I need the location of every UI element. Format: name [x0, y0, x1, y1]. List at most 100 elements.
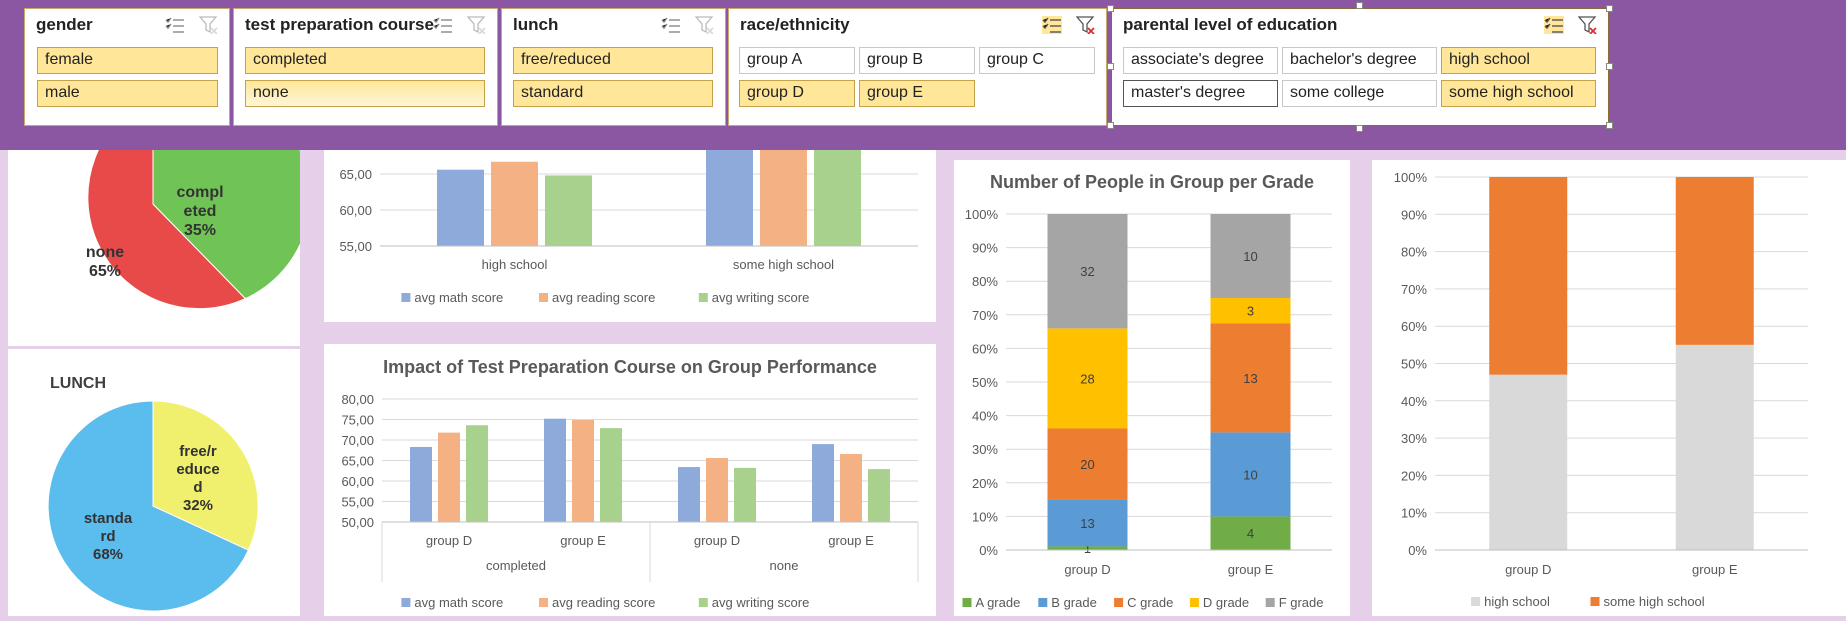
bar — [868, 469, 890, 522]
y-tick-label: 60% — [972, 341, 998, 356]
test-prep-pie-panel[interactable]: compl eted 35% none 65% — [8, 85, 311, 346]
bar — [544, 418, 566, 522]
clear-filter-icon[interactable] — [695, 16, 715, 34]
bar — [572, 419, 594, 522]
slicer-item-female[interactable]: female — [37, 47, 218, 74]
slicer-item-bachelors-degree[interactable]: bachelor's degree — [1282, 47, 1437, 74]
y-tick-label: 90% — [1401, 207, 1427, 222]
slicer-item-free-reduced[interactable]: free/reduced — [513, 47, 713, 74]
y-tick-label: 55,00 — [339, 239, 372, 254]
slicer-item-group-d[interactable]: group D — [739, 80, 855, 107]
bar-segment — [1489, 374, 1568, 550]
y-tick-label: 30% — [1401, 431, 1427, 446]
slicer-item-masters-degree[interactable]: master's degree — [1123, 80, 1278, 107]
legend-label: avg math score — [414, 290, 503, 305]
multi-select-icon[interactable] — [1544, 16, 1564, 34]
y-tick-label: 55,00 — [341, 495, 374, 510]
y-tick-label: 60,00 — [339, 203, 372, 218]
bar-segment — [1675, 177, 1754, 345]
resize-handle[interactable] — [1606, 63, 1613, 70]
bar — [466, 425, 488, 522]
resize-handle[interactable] — [1606, 122, 1613, 129]
y-tick-label: 60,00 — [341, 474, 374, 489]
slicer-item-standard[interactable]: standard — [513, 80, 713, 107]
clear-filter-icon[interactable] — [1578, 16, 1598, 34]
bar-segment — [1489, 177, 1568, 375]
people-per-grade-chart: 0%10%20%30%40%50%60%70%80%90%100%1132028… — [962, 207, 1332, 610]
data-label: 20 — [1080, 457, 1094, 472]
resize-handle[interactable] — [1107, 63, 1114, 70]
slicer-item-associates-degree[interactable]: associate's degree — [1123, 47, 1278, 74]
multi-select-icon[interactable] — [433, 16, 453, 34]
slicer-item-group-b[interactable]: group B — [859, 47, 975, 74]
clear-filter-icon[interactable] — [1076, 16, 1096, 34]
x-tick-label: high school — [482, 257, 548, 272]
data-label: 10 — [1243, 249, 1257, 264]
legend-swatch — [539, 598, 548, 607]
data-label: 32 — [1080, 264, 1094, 279]
test-prep-slicer: test preparation course completed none — [233, 8, 498, 126]
slicer-item-high-school[interactable]: high school — [1441, 47, 1596, 74]
grade-chart-panel[interactable]: Number of People in Group per Grade 0% 10… — [954, 160, 1350, 616]
slicer-item-group-c[interactable]: group C — [979, 47, 1095, 74]
slicer-item-male[interactable]: male — [37, 80, 218, 107]
slicer-title: lunch — [513, 15, 559, 34]
y-tick-label: 10% — [1401, 506, 1427, 521]
slicer-item-none[interactable]: none — [245, 80, 485, 107]
y-tick-label: 40% — [972, 409, 998, 424]
resize-handle[interactable] — [1107, 5, 1114, 12]
x-tick-label: group D — [1064, 562, 1110, 577]
data-label: 4 — [1247, 526, 1254, 541]
y-tick-label: 20% — [972, 476, 998, 491]
x-tick-label: group E — [1228, 562, 1274, 577]
y-tick-label: 50% — [972, 375, 998, 390]
bar — [600, 428, 622, 522]
multi-select-icon[interactable] — [165, 16, 185, 34]
bar — [706, 458, 728, 522]
resize-handle[interactable] — [1606, 5, 1613, 12]
avg-score-chart-panel[interactable]: 55,00 60,00 65,00 high school some high scho… — [324, 150, 936, 322]
gender-slicer: gender female male — [24, 8, 230, 126]
y-tick-label: 60% — [1401, 319, 1427, 334]
impact-chart-panel[interactable]: Impact of Test Preparation Course on Gro… — [324, 344, 936, 616]
legend-swatch — [1590, 597, 1600, 606]
data-label: 13 — [1080, 516, 1094, 531]
clear-filter-icon[interactable] — [199, 16, 219, 34]
data-label: 13 — [1243, 371, 1257, 386]
multi-select-icon[interactable] — [661, 16, 681, 34]
bar — [437, 169, 484, 246]
clear-filter-icon[interactable] — [467, 16, 487, 34]
legend-swatch — [401, 598, 411, 607]
legend-label: C grade — [1127, 595, 1173, 610]
x-tick-label: group E — [1692, 562, 1738, 577]
slicer-item-group-a[interactable]: group A — [739, 47, 855, 74]
y-tick-label: 80% — [1401, 245, 1427, 260]
legend-label: A grade — [976, 595, 1021, 610]
resize-handle[interactable] — [1356, 125, 1363, 132]
slicer-item-completed[interactable]: completed — [245, 47, 485, 74]
x-tick-label: group E — [560, 533, 606, 548]
chart-title: Number of People in Group per Grade — [989, 172, 1315, 192]
bar — [840, 453, 862, 522]
legend-label: avg reading score — [552, 595, 655, 610]
slicer-item-group-e[interactable]: group E — [859, 80, 975, 107]
resize-handle[interactable] — [1107, 122, 1114, 129]
legend-label: some high school — [1604, 594, 1705, 609]
legend-swatch — [1189, 598, 1199, 607]
slicer-title: race/ethnicity — [740, 15, 850, 34]
multi-select-icon[interactable] — [1042, 16, 1062, 34]
resize-handle[interactable] — [1356, 2, 1363, 9]
lunch-pie-panel[interactable]: LUNCH free/r educe d 32% standa rd 68% — [8, 349, 300, 616]
group-label: completed — [486, 558, 546, 573]
data-label: 3 — [1247, 304, 1254, 319]
bar — [678, 467, 700, 522]
y-tick-label: 10% — [972, 509, 998, 524]
legend-swatch — [698, 293, 708, 302]
slicer-item-some-high-school[interactable]: some high school — [1441, 80, 1596, 107]
y-tick-label: 100% — [965, 207, 999, 222]
y-tick-label: 20% — [1401, 468, 1427, 483]
legend-label: B grade — [1051, 595, 1097, 610]
slicer-item-some-college[interactable]: some college — [1282, 80, 1437, 107]
education-chart-panel[interactable]: 0% 10% 20% 30% 40% 50% 60% 70% 80% 90% 100% group D… — [1372, 160, 1846, 616]
y-tick-label: 100% — [1394, 170, 1428, 185]
